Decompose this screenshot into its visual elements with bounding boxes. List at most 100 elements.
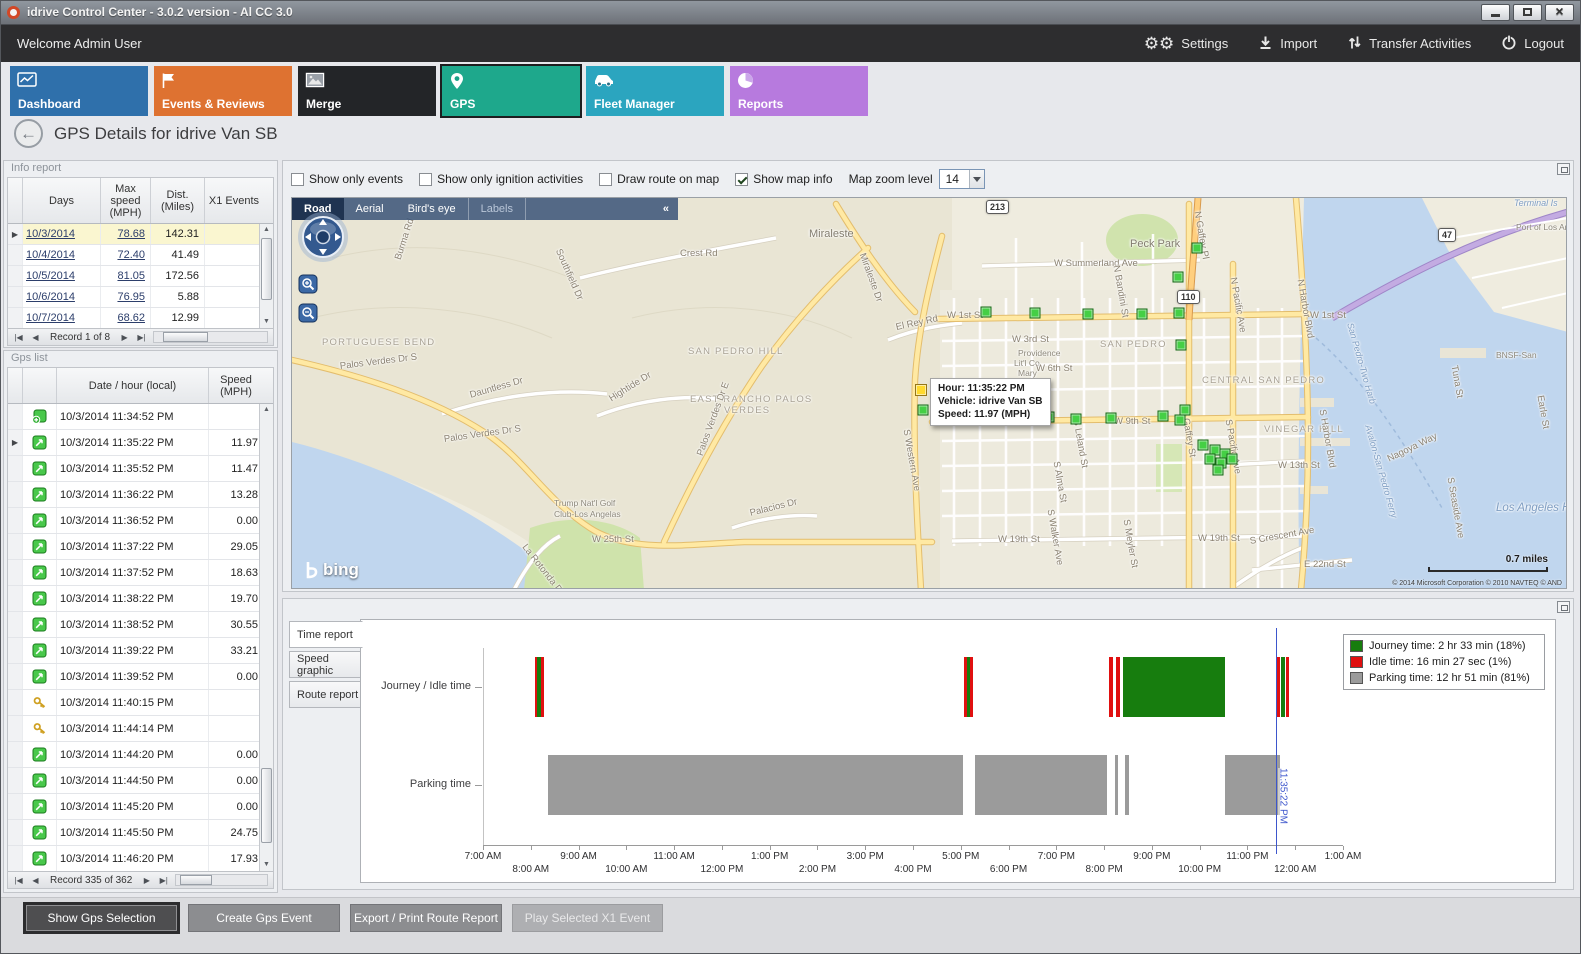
gps-marker[interactable] [1198, 440, 1209, 451]
table-row[interactable]: 10/4/201472.4041.49 [8, 245, 273, 266]
gps-marker[interactable] [1173, 272, 1184, 283]
transfer-activities-button[interactable]: Transfer Activities [1347, 35, 1471, 53]
gps-marker[interactable] [1227, 454, 1238, 465]
column-header-max-speed[interactable]: Max speed (MPH) [101, 178, 151, 223]
scrollbar-thumb[interactable] [180, 875, 212, 885]
selected-gps-marker[interactable] [915, 384, 927, 396]
gps-marker[interactable] [1071, 414, 1082, 425]
gps-vscroll-thumb[interactable] [261, 768, 272, 843]
back-button[interactable]: ← [14, 119, 43, 148]
gps-marker[interactable] [1137, 309, 1148, 320]
tile-gps[interactable]: GPS [442, 66, 580, 116]
tile-events-reviews[interactable]: Events & Reviews [154, 66, 292, 116]
gps-table-row[interactable]: 10/3/2014 11:39:22 PM33.21 [8, 638, 273, 664]
nav-last-button[interactable]: ▶| [133, 333, 150, 342]
create-gps-event-button[interactable]: Create Gps Event [188, 904, 340, 932]
nav-first-button[interactable]: |◀ [10, 333, 27, 342]
settings-button[interactable]: ⚙⚙ Settings [1144, 36, 1228, 52]
gps-table-row[interactable]: 10/3/2014 11:36:22 PM13.28 [8, 482, 273, 508]
zoom-in-button[interactable] [298, 274, 318, 294]
gps-marker[interactable] [918, 405, 929, 416]
show-only-ignition-checkbox[interactable]: Show only ignition activities [419, 172, 583, 186]
map-style-aerial-tab[interactable]: Aerial [344, 198, 396, 220]
tab-time-report[interactable]: Time report [289, 621, 363, 648]
info-vertical-scrollbar[interactable]: ▲ ▼ [259, 224, 273, 328]
tile-reports[interactable]: Reports [730, 66, 868, 116]
show-gps-selection-button[interactable]: Show Gps Selection [25, 904, 178, 932]
gps-marker[interactable] [1175, 415, 1186, 426]
tab-route-report[interactable]: Route report [289, 681, 361, 708]
gps-table-row[interactable]: 10/3/2014 11:35:52 PM11.47 [8, 456, 273, 482]
nav-first-button[interactable]: |◀ [10, 876, 27, 885]
export-print-route-report-button[interactable]: Export / Print Route Report [350, 904, 502, 932]
table-row[interactable]: 10/7/201468.6212.99 [8, 308, 273, 329]
map-style-labels-tab[interactable]: Labels [468, 198, 526, 220]
gps-table-row[interactable]: 10/3/2014 11:40:15 PM [8, 690, 273, 716]
max-speed-link[interactable]: 78.68 [101, 224, 151, 244]
column-header-datetime[interactable]: Date / hour (local) [57, 368, 209, 403]
table-row[interactable]: ▶10/3/201478.68142.31 [8, 224, 273, 245]
collapse-panel-icon[interactable] [1557, 163, 1570, 175]
horizontal-scrollbar[interactable] [175, 874, 268, 886]
column-header-dist[interactable]: Dist. (Miles) [151, 178, 205, 223]
show-only-events-checkbox[interactable]: Show only events [291, 172, 403, 186]
logout-button[interactable]: Logout [1501, 34, 1564, 53]
scroll-up-icon[interactable]: ▲ [260, 224, 273, 236]
gps-table-row[interactable]: 10/3/2014 11:44:14 PM [8, 716, 273, 742]
gps-table-row[interactable]: 10/3/2014 11:37:22 PM29.05 [8, 534, 273, 560]
minimize-button[interactable] [1481, 4, 1510, 21]
nav-prev-button[interactable]: ◀ [27, 876, 44, 885]
day-link[interactable]: 10/7/2014 [23, 308, 101, 328]
gps-table-row[interactable]: ▶10/3/2014 11:35:22 PM11.97 [8, 430, 273, 456]
nav-next-button[interactable]: ▶ [116, 333, 133, 342]
gps-table-row[interactable]: 10/3/2014 11:39:52 PM0.00 [8, 664, 273, 690]
map-pan-control[interactable] [296, 210, 350, 267]
gps-marker[interactable] [1174, 308, 1185, 319]
map-style-birdseye-tab[interactable]: Bird's eye [396, 198, 468, 220]
show-map-info-checkbox[interactable]: Show map info [735, 172, 832, 186]
column-header-days[interactable]: Days [23, 178, 101, 223]
day-link[interactable]: 10/5/2014 [23, 266, 101, 286]
nav-last-button[interactable]: ▶| [155, 876, 172, 885]
gps-table-row[interactable]: 10/3/2014 11:38:22 PM19.70 [8, 586, 273, 612]
zoom-level-select[interactable]: 14 [939, 169, 985, 189]
day-link[interactable]: 10/3/2014 [23, 224, 101, 244]
map-canvas[interactable]: MiralestePeck ParkW Summerland AveCrest … [291, 197, 1567, 589]
draw-route-checkbox[interactable]: Draw route on map [599, 172, 719, 186]
tab-speed-graphic[interactable]: Speed graphic [289, 651, 361, 678]
scroll-up-icon[interactable]: ▲ [260, 404, 273, 416]
gps-marker[interactable] [1030, 308, 1041, 319]
horizontal-scrollbar[interactable] [153, 331, 268, 343]
info-vscroll-thumb[interactable] [261, 238, 272, 300]
tile-dashboard[interactable]: Dashboard [10, 66, 148, 116]
gps-marker[interactable] [1176, 340, 1187, 351]
zoom-out-button[interactable] [298, 303, 318, 323]
gps-marker[interactable] [1106, 413, 1117, 424]
gps-marker[interactable] [1083, 309, 1094, 320]
import-button[interactable]: Import [1258, 35, 1317, 53]
gps-marker[interactable] [1205, 454, 1216, 465]
close-button[interactable] [1545, 4, 1574, 21]
gps-marker[interactable] [1192, 243, 1203, 254]
gps-table-row[interactable]: 10/3/2014 11:44:20 PM0.00 [8, 742, 273, 768]
gps-marker[interactable] [981, 307, 992, 318]
gps-table-row[interactable]: 10/3/2014 11:34:52 PM [8, 404, 273, 430]
day-link[interactable]: 10/4/2014 [23, 245, 101, 265]
maximize-button[interactable] [1513, 4, 1542, 21]
day-link[interactable]: 10/6/2014 [23, 287, 101, 307]
gps-table-row[interactable]: 10/3/2014 11:45:20 PM0.00 [8, 794, 273, 820]
max-speed-link[interactable]: 76.95 [101, 287, 151, 307]
gps-table-row[interactable]: 10/3/2014 11:44:50 PM0.00 [8, 768, 273, 794]
table-row[interactable]: 10/5/201481.05172.56 [8, 266, 273, 287]
play-selected-x1-event-button[interactable]: Play Selected X1 Event [512, 904, 663, 932]
scroll-down-icon[interactable]: ▼ [260, 316, 273, 328]
table-row[interactable]: 10/6/201476.955.88 [8, 287, 273, 308]
column-header-x1-events[interactable]: X1 Events [205, 178, 263, 223]
nav-prev-button[interactable]: ◀ [27, 333, 44, 342]
tile-merge[interactable]: Merge [298, 66, 436, 116]
scrollbar-thumb[interactable] [163, 332, 208, 342]
title-bar[interactable]: idrive Control Center - 3.0.2 version - … [0, 0, 1581, 25]
gps-marker[interactable] [1158, 411, 1169, 422]
map-style-collapse-button[interactable]: « [654, 203, 678, 215]
max-speed-link[interactable]: 72.40 [101, 245, 151, 265]
